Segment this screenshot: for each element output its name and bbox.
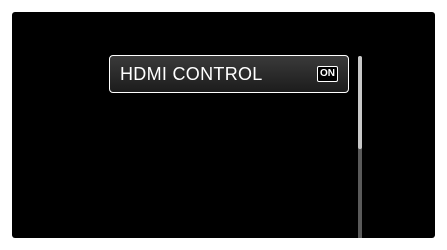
camera-menu-screen: HDMI CONTROL ON [12,12,435,238]
on-status-icon: ON [317,66,338,82]
scrollbar-thumb[interactable] [358,56,362,149]
scrollbar[interactable] [358,56,362,238]
menu-item-label: HDMI CONTROL [120,63,263,84]
menu-item-hdmi-control[interactable]: HDMI CONTROL ON [109,55,349,93]
